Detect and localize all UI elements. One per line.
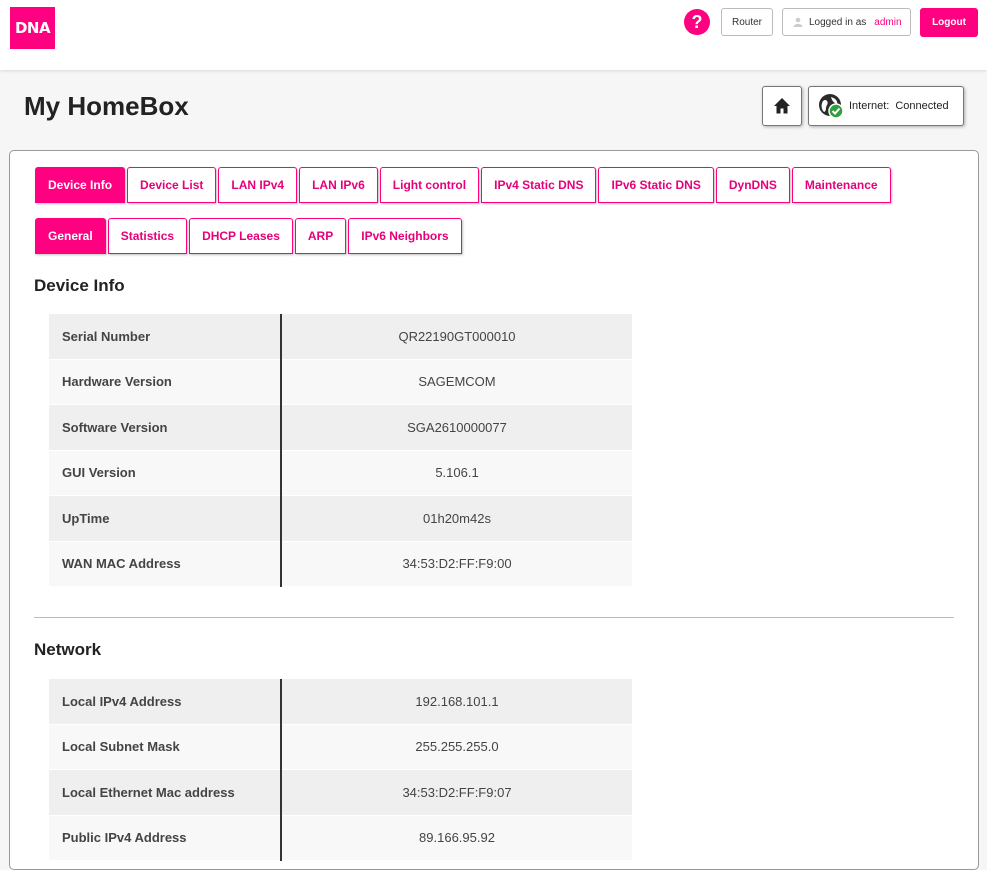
globe-check-icon [819,94,844,119]
row-value: SAGEMCOM [281,359,632,405]
table-row: Public IPv4 Address 89.166.95.92 [49,815,632,861]
table-row: WAN MAC Address 34:53:D2:FF:F9:00 [49,541,632,587]
table-row: Local Ethernet Mac address 34:53:D2:FF:F… [49,769,632,816]
dna-logo[interactable]: DNA [10,7,55,49]
user-info[interactable]: Logged in as admin [782,8,911,36]
row-value: QR22190GT000010 [281,314,632,360]
row-value: 34:53:D2:FF:F9:07 [281,769,632,816]
row-key: Local Ethernet Mac address [49,769,282,816]
tab-device-info[interactable]: Device Info [35,167,126,203]
row-key: Software Version [49,404,282,451]
row-key: Local IPv4 Address [49,679,282,725]
device-info-table: Serial Number QR22190GT000010 Hardware V… [49,314,632,587]
sub-tabs: General Statistics DHCP Leases ARP IPv6 … [35,218,462,254]
row-key: Hardware Version [49,359,282,405]
logout-button[interactable]: Logout [920,8,978,37]
row-value: 255.255.255.0 [281,724,632,770]
internet-status[interactable]: Internet: Connected [808,86,964,126]
row-value: 5.106.1 [281,450,632,496]
home-button[interactable] [762,86,802,126]
main-tabs: Device Info Device List LAN IPv4 LAN IPv… [35,167,891,203]
device-info-heading: Device Info [34,276,125,295]
main-panel: Device Info Device List LAN IPv4 LAN IPv… [9,150,979,870]
tab-ipv6-static-dns[interactable]: IPv6 Static DNS [598,167,714,203]
row-value: SGA2610000077 [281,404,632,451]
row-key: UpTime [49,495,282,542]
row-value: 01h20m42s [281,495,632,542]
row-value: 192.168.101.1 [281,679,632,725]
help-button[interactable]: ? [684,9,710,35]
tab-ipv4-static-dns[interactable]: IPv4 Static DNS [481,167,597,203]
table-row: Serial Number QR22190GT000010 [49,314,632,360]
tab-lan-ipv6[interactable]: LAN IPv6 [299,167,378,203]
tab-device-list[interactable]: Device List [127,167,217,203]
section-divider [34,617,954,618]
table-row: Local IPv4 Address 192.168.101.1 [49,679,632,725]
subtab-ipv6-neighbors[interactable]: IPv6 Neighbors [348,218,462,254]
subtab-dhcp-leases[interactable]: DHCP Leases [189,218,293,254]
network-heading: Network [34,640,102,659]
table-row: Local Subnet Mask 255.255.255.0 [49,724,632,770]
logged-in-label: Logged in as [809,16,867,28]
table-row: UpTime 01h20m42s [49,495,632,542]
table-row: Software Version SGA2610000077 [49,404,632,451]
network-table: Local IPv4 Address 192.168.101.1 Local S… [49,679,632,861]
tab-lan-ipv4[interactable]: LAN IPv4 [218,167,298,203]
top-header: DNA ? Router Logged in as admin Logout [0,0,987,70]
subtab-statistics[interactable]: Statistics [107,218,188,254]
table-row: Hardware Version SAGEMCOM [49,359,632,405]
row-key: Serial Number [49,314,282,360]
row-value: 34:53:D2:FF:F9:00 [281,541,632,587]
table-row: GUI Version 5.106.1 [49,450,632,496]
internet-label: Internet: [849,100,890,112]
subtab-arp[interactable]: ARP [294,218,347,254]
row-key: GUI Version [49,450,282,496]
home-icon [774,98,790,114]
subtab-general[interactable]: General [35,218,106,254]
tab-dyndns[interactable]: DynDNS [715,167,790,203]
row-key: WAN MAC Address [49,541,282,587]
username: admin [874,16,902,28]
page-title: My HomeBox [24,91,189,121]
row-key: Local Subnet Mask [49,724,282,770]
user-icon [793,17,803,27]
internet-value: Connected [895,100,949,112]
router-button[interactable]: Router [721,8,773,36]
row-key: Public IPv4 Address [49,815,282,861]
tab-light-control[interactable]: Light control [379,167,480,203]
row-value: 89.166.95.92 [281,815,632,861]
tab-maintenance[interactable]: Maintenance [791,167,891,203]
